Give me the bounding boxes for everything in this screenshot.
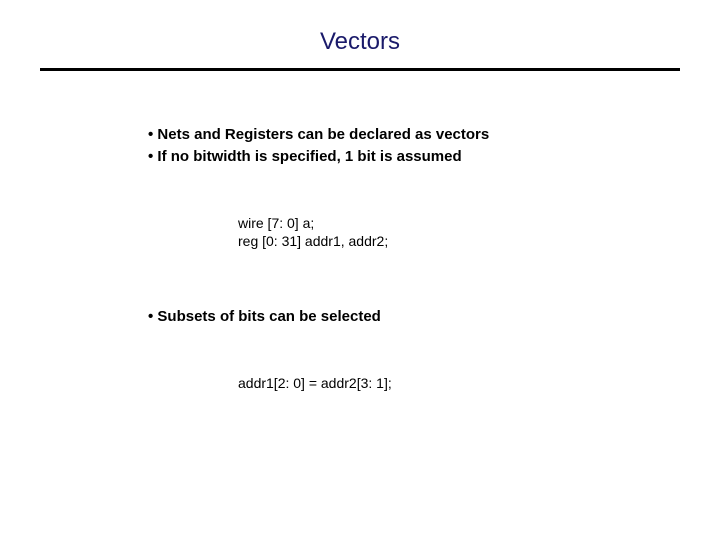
code-block-2: addr1[2: 0] = addr2[3: 1]; xyxy=(238,374,720,393)
code-line: addr1[2: 0] = addr2[3: 1]; xyxy=(238,374,720,393)
bullet-item-2: • If no bitwidth is specified, 1 bit is … xyxy=(148,147,720,167)
slide-content: • Nets and Registers can be declared as … xyxy=(148,125,720,392)
code-line: wire [7: 0] a; xyxy=(238,214,720,233)
bullet-item-1: • Nets and Registers can be declared as … xyxy=(148,125,720,145)
bullet-item-3: • Subsets of bits can be selected xyxy=(148,307,720,327)
slide-container: Vectors • Nets and Registers can be decl… xyxy=(0,0,720,540)
title-divider xyxy=(40,68,680,71)
code-block-1: wire [7: 0] a; reg [0: 31] addr1, addr2; xyxy=(238,214,720,252)
code-line: reg [0: 31] addr1, addr2; xyxy=(238,232,720,251)
slide-title: Vectors xyxy=(0,28,720,56)
